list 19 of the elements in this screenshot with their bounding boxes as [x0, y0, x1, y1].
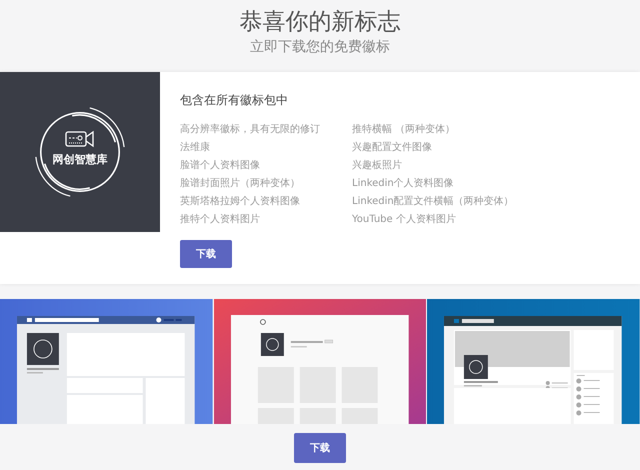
- logo-name: 网创智慧库: [52, 152, 108, 166]
- feature-item: 高分辨率徽标，具有无限的修订: [180, 122, 321, 137]
- feature-item: 脸谱个人资料图像: [180, 158, 261, 173]
- feature-item: 英斯塔格拉姆个人资料图像: [180, 194, 301, 209]
- feature-item: Linkedin配置文件横幅（两种变体）: [352, 194, 515, 209]
- feature-item: 兴趣板照片: [352, 158, 403, 173]
- video-camera-icon: [65, 130, 95, 148]
- download-button[interactable]: 下载: [294, 433, 346, 463]
- download-button[interactable]: 下载: [180, 240, 232, 268]
- feature-item: YouTube 个人资料图片: [352, 212, 457, 227]
- feature-item: 推特横幅 （两种变体）: [352, 122, 456, 137]
- feature-item: 脸谱封面照片（两种变体）: [180, 176, 301, 191]
- feature-item: 兴趣配置文件图像: [352, 140, 433, 155]
- package-heading: 包含在所有徽标包中: [180, 92, 289, 109]
- feature-item: 法维康: [180, 140, 211, 155]
- page-subtitle: 立即下载您的免费徽标: [250, 38, 390, 57]
- feature-item: 推特个人资料图片: [180, 212, 261, 227]
- page-title: 恭喜你的新标志: [240, 8, 400, 37]
- feature-item: Linkedin个人资料图像: [352, 176, 455, 191]
